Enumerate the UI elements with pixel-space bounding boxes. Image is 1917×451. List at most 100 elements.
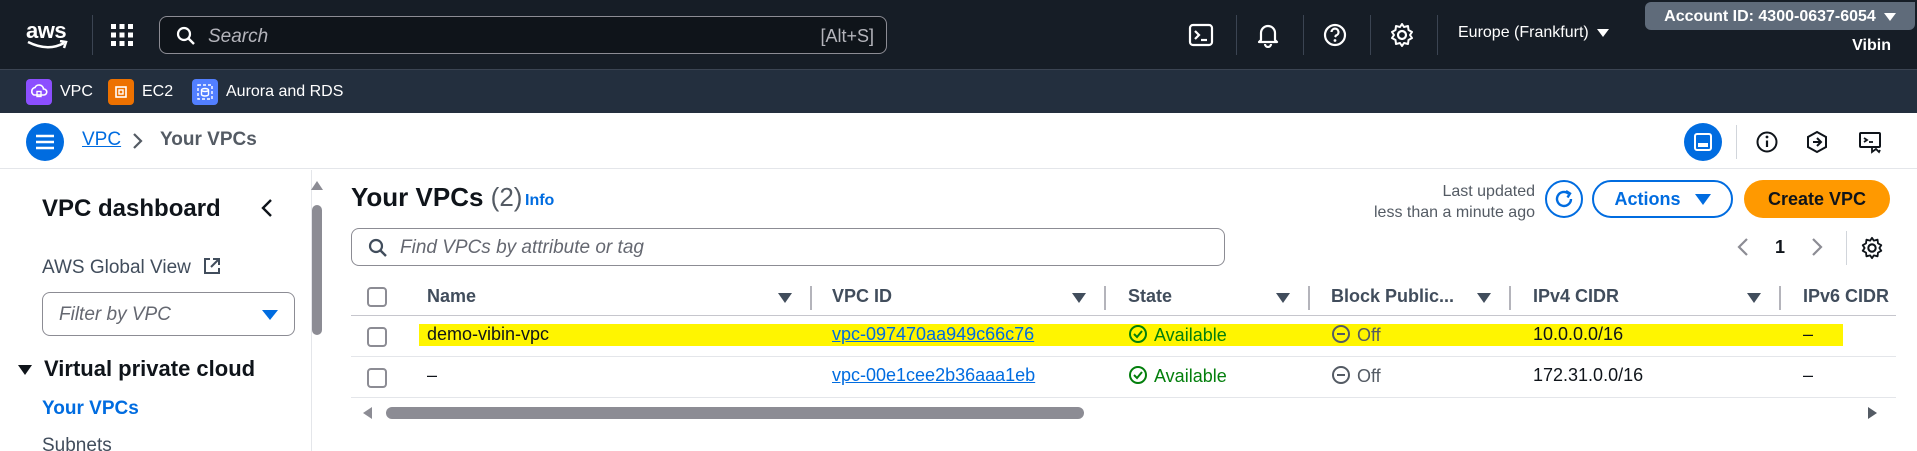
- apps-grid-icon[interactable]: [110, 23, 134, 47]
- region-label: Europe (Frankfurt): [1458, 24, 1589, 41]
- info-icon: [1756, 131, 1778, 153]
- cell-name: –: [427, 365, 438, 385]
- gear-icon[interactable]: [1389, 22, 1415, 48]
- next-page-icon[interactable]: [1811, 237, 1823, 257]
- bell-icon[interactable]: [1255, 22, 1281, 49]
- info-panel-button[interactable]: [1748, 123, 1786, 161]
- sidebar-item-subnets[interactable]: Subnets: [42, 435, 112, 451]
- sort-caret-icon[interactable]: [1072, 293, 1086, 303]
- row-checkbox[interactable]: [367, 327, 387, 347]
- row-checkbox[interactable]: [367, 368, 387, 388]
- state-label: Available: [1154, 366, 1227, 386]
- column-resizer[interactable]: [1509, 286, 1511, 310]
- cell-ipv6-cidr: –: [1803, 365, 1814, 385]
- side-navigation: VPC dashboard AWS Global View Filter by …: [5, 170, 312, 451]
- cell-name: demo-vibin-vpc: [427, 324, 550, 344]
- table-row[interactable]: – vpc-00e1cee2b36aaa1eb Available Off 17…: [351, 357, 1896, 398]
- ec2-service-icon: [108, 79, 134, 105]
- block-label: Off: [1357, 325, 1381, 345]
- filter-placeholder: Filter by VPC: [59, 304, 171, 325]
- scroll-up-arrow[interactable]: [311, 181, 323, 190]
- column-resizer[interactable]: [1779, 286, 1781, 310]
- aws-logo[interactable]: aws: [26, 18, 72, 50]
- region-selector[interactable]: Europe (Frankfurt): [1458, 24, 1609, 42]
- column-header-vpc-id[interactable]: VPC ID: [832, 286, 892, 307]
- account-menu[interactable]: Account ID: 4300-0637-6054: [1645, 2, 1915, 30]
- column-resizer[interactable]: [810, 286, 812, 310]
- chevron-down-icon: [1596, 28, 1609, 37]
- refresh-button[interactable]: [1545, 180, 1583, 218]
- column-header-ipv4-cidr[interactable]: IPv4 CIDR: [1533, 286, 1619, 307]
- feedback-icon: [1859, 132, 1881, 154]
- find-vpcs-input[interactable]: Find VPCs by attribute or tag: [351, 228, 1225, 266]
- sort-caret-icon[interactable]: [1477, 293, 1491, 303]
- check-circle-icon: [1129, 325, 1147, 343]
- external-link-icon: [204, 258, 221, 274]
- sidebar-item-global-view[interactable]: AWS Global View: [42, 256, 222, 279]
- cell-vpc-id-link[interactable]: vpc-097470aa949c66c76: [832, 324, 1034, 345]
- caret-down-icon: [262, 310, 278, 320]
- column-header-block-public[interactable]: Block Public...: [1331, 286, 1454, 307]
- cell-ipv4-cidr: 172.31.0.0/16: [1533, 365, 1644, 385]
- sort-caret-icon[interactable]: [778, 293, 792, 303]
- split-panel-toggle[interactable]: [1684, 123, 1722, 161]
- nav-divider: [1370, 15, 1371, 55]
- vpc-service-icon: [26, 79, 52, 105]
- sidebar-item-your-vpcs[interactable]: Your VPCs: [42, 398, 139, 420]
- breadcrumb-vpc-link[interactable]: VPC: [82, 129, 121, 151]
- aws-smile-icon: [27, 40, 68, 49]
- info-link[interactable]: Info: [525, 192, 554, 210]
- sidebar-title[interactable]: VPC dashboard: [42, 195, 221, 223]
- chevron-right-icon: [133, 133, 143, 149]
- cloudshell-icon[interactable]: [1188, 22, 1214, 48]
- table-row[interactable]: demo-vibin-vpc vpc-097470aa949c66c76 Ava…: [351, 316, 1896, 357]
- column-header-ipv6-cidr[interactable]: IPv6 CIDR: [1803, 286, 1889, 307]
- cell-vpc-id-link[interactable]: vpc-00e1cee2b36aaa1eb: [832, 365, 1035, 386]
- feedback-panel-button[interactable]: [1851, 123, 1889, 161]
- sort-caret-icon[interactable]: [1276, 293, 1290, 303]
- caret-down-icon: [18, 365, 32, 376]
- favorite-label: Aurora and RDS: [226, 83, 344, 100]
- favorites-bar: VPC EC2 Aurora and RDS: [0, 69, 1917, 113]
- column-resizer[interactable]: [1308, 286, 1310, 310]
- create-vpc-button[interactable]: Create VPC: [1744, 180, 1890, 218]
- actions-button[interactable]: Actions: [1592, 180, 1733, 218]
- cell-block-public: Off: [1331, 365, 1381, 387]
- vpc-filter-select[interactable]: Filter by VPC: [42, 292, 295, 336]
- actions-label: Actions: [1614, 188, 1681, 209]
- security-panel-button[interactable]: [1798, 123, 1836, 161]
- cell-ipv6-cidr: –: [1803, 324, 1814, 344]
- sort-caret-icon[interactable]: [1747, 293, 1761, 303]
- account-label: Account ID: 4300-0637-6054: [1664, 8, 1876, 25]
- side-navigation-toggle[interactable]: [26, 123, 64, 161]
- search-placeholder: Search: [208, 26, 269, 47]
- cell-block-public: Off: [1331, 324, 1381, 346]
- scroll-left-arrow[interactable]: [363, 407, 372, 419]
- scroll-right-arrow[interactable]: [1868, 407, 1877, 419]
- favorite-label: EC2: [142, 83, 174, 100]
- top-navigation: aws Search [Alt+S] Europe (Frankfurt) Ac…: [0, 0, 1917, 69]
- table-settings-icon[interactable]: [1860, 236, 1884, 260]
- favorite-aurora-rds[interactable]: Aurora and RDS: [192, 79, 343, 105]
- search-icon: [368, 238, 387, 257]
- cell-state: Available: [1128, 324, 1227, 346]
- global-search[interactable]: Search [Alt+S]: [159, 16, 887, 54]
- table-horizontal-scrollbar[interactable]: [386, 407, 1084, 419]
- user-name[interactable]: Vibin: [1852, 37, 1891, 55]
- favorite-vpc[interactable]: VPC: [26, 79, 93, 105]
- sidebar-section-vpc[interactable]: Virtual private cloud: [18, 356, 255, 382]
- column-header-name[interactable]: Name: [427, 286, 476, 307]
- select-all-checkbox[interactable]: [367, 287, 387, 307]
- previous-page-icon[interactable]: [1737, 237, 1749, 257]
- sidebar-scrollbar[interactable]: [312, 205, 322, 335]
- page-title: Your VPCs (2): [351, 182, 522, 213]
- chevron-left-icon[interactable]: [260, 198, 274, 218]
- column-header-state[interactable]: State: [1128, 286, 1172, 307]
- column-resizer[interactable]: [1104, 286, 1106, 310]
- state-label: Available: [1154, 325, 1227, 345]
- favorite-ec2[interactable]: EC2: [108, 79, 173, 105]
- hexagon-icon: [1807, 130, 1827, 154]
- help-icon[interactable]: [1322, 22, 1348, 48]
- favorite-label: VPC: [60, 83, 93, 100]
- current-page-number[interactable]: 1: [1775, 237, 1785, 258]
